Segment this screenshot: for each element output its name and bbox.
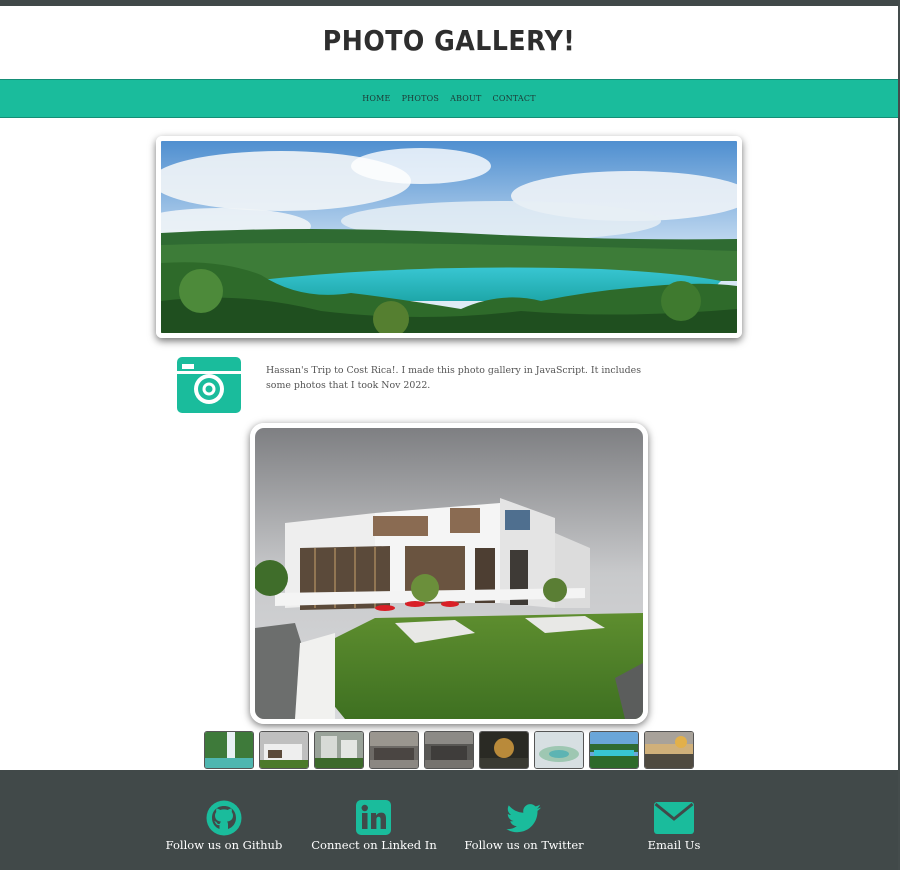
email-icon	[654, 802, 694, 834]
thumbnail-sunset[interactable]	[644, 731, 694, 769]
banner-image	[156, 136, 742, 338]
github-link[interactable]: Follow us on Github	[149, 800, 299, 852]
camera-icon	[177, 357, 241, 413]
nav-home[interactable]: HOME	[362, 94, 390, 103]
thumbnail-strip	[204, 731, 694, 769]
github-icon	[206, 800, 242, 836]
thumbnail-lake[interactable]	[589, 731, 639, 769]
thumbnail-building[interactable]	[259, 731, 309, 769]
page: PHOTO GALLERY! HOME PHOTOS ABOUT CONTACT	[0, 0, 900, 870]
footer: Follow us on Github Connect on Linked In…	[0, 770, 898, 870]
twitter-link[interactable]: Follow us on Twitter	[449, 800, 599, 852]
main-photo	[250, 423, 648, 724]
thumbnail-interior[interactable]	[369, 731, 419, 769]
nav-contact[interactable]: CONTACT	[493, 94, 536, 103]
top-border	[0, 0, 898, 6]
main-nav: HOME PHOTOS ABOUT CONTACT	[0, 79, 898, 118]
linkedin-link[interactable]: Connect on Linked In	[299, 800, 449, 852]
github-label: Follow us on Github	[165, 838, 283, 852]
email-label: Email Us	[647, 838, 701, 852]
linkedin-label: Connect on Linked In	[311, 838, 437, 852]
linkedin-icon	[356, 800, 391, 835]
thumbnail-waterfall[interactable]	[204, 731, 254, 769]
thumbnail-crater[interactable]	[534, 731, 584, 769]
twitter-label: Follow us on Twitter	[464, 838, 584, 852]
page-title: PHOTO GALLERY!	[322, 24, 576, 57]
email-link[interactable]: Email Us	[599, 800, 749, 852]
nav-about[interactable]: ABOUT	[450, 94, 481, 103]
thumbnail-hall[interactable]	[424, 731, 474, 769]
nav-photos[interactable]: PHOTOS	[402, 94, 440, 103]
thumbnail-night[interactable]	[479, 731, 529, 769]
thumbnail-courtyard[interactable]	[314, 731, 364, 769]
intro-description: Hassan's Trip to Cost Rica!. I made this…	[266, 365, 642, 391]
twitter-icon	[506, 804, 541, 833]
